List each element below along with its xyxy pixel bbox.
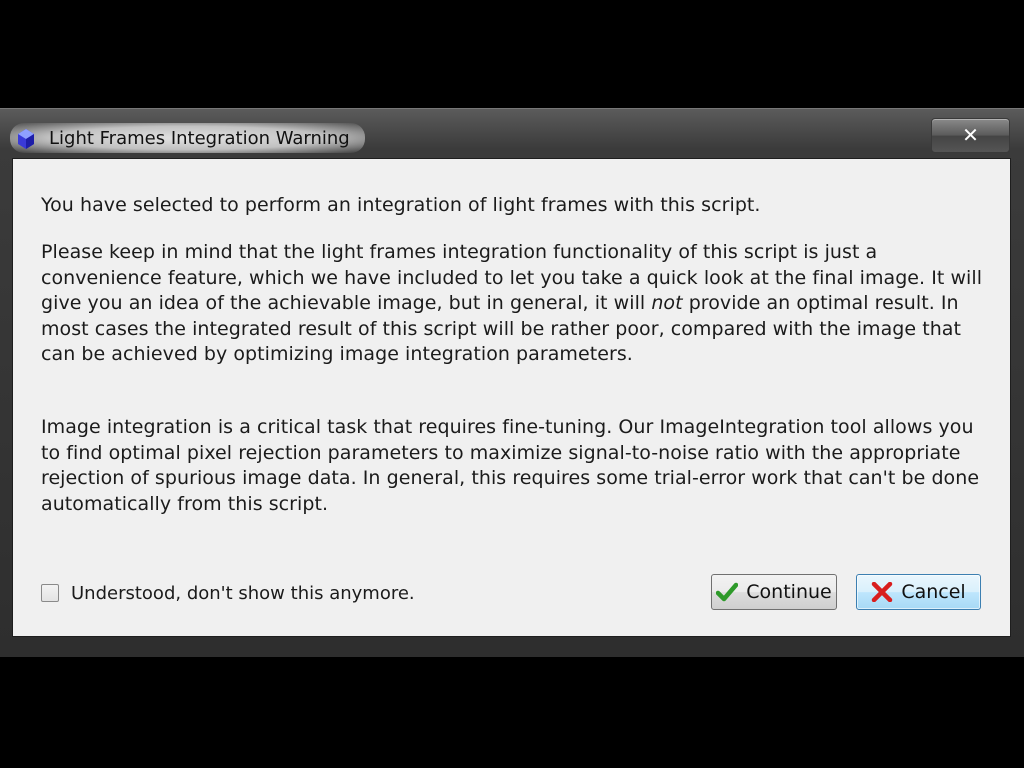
dont-show-label[interactable]: Understood, don't show this anymore. <box>71 583 415 604</box>
title-bar[interactable]: Light Frames Integration Warning ✕ <box>0 109 1024 161</box>
continue-label: Continue <box>746 581 832 603</box>
check-icon <box>716 582 739 602</box>
dialog-body: You have selected to perform an integrat… <box>12 158 1011 637</box>
continue-button[interactable]: Continue <box>711 574 837 610</box>
app-icon <box>17 129 35 149</box>
message-paragraph-1: You have selected to perform an integrat… <box>41 194 761 216</box>
x-icon <box>872 582 893 602</box>
close-button[interactable]: ✕ <box>931 118 1010 153</box>
emphasis-not: not <box>651 292 683 314</box>
dont-show-option[interactable]: Understood, don't show this anymore. <box>41 580 415 606</box>
cancel-button[interactable]: Cancel <box>856 574 981 610</box>
close-icon: ✕ <box>962 123 979 147</box>
warning-dialog-window: Light Frames Integration Warning ✕ You h… <box>0 108 1024 657</box>
dont-show-checkbox[interactable] <box>41 584 59 602</box>
window-title: Light Frames Integration Warning <box>49 128 350 149</box>
message-paragraph-2: Please keep in mind that the light frame… <box>41 240 991 368</box>
cancel-label: Cancel <box>901 581 966 603</box>
message-paragraph-3: Image integration is a critical task tha… <box>41 416 980 515</box>
